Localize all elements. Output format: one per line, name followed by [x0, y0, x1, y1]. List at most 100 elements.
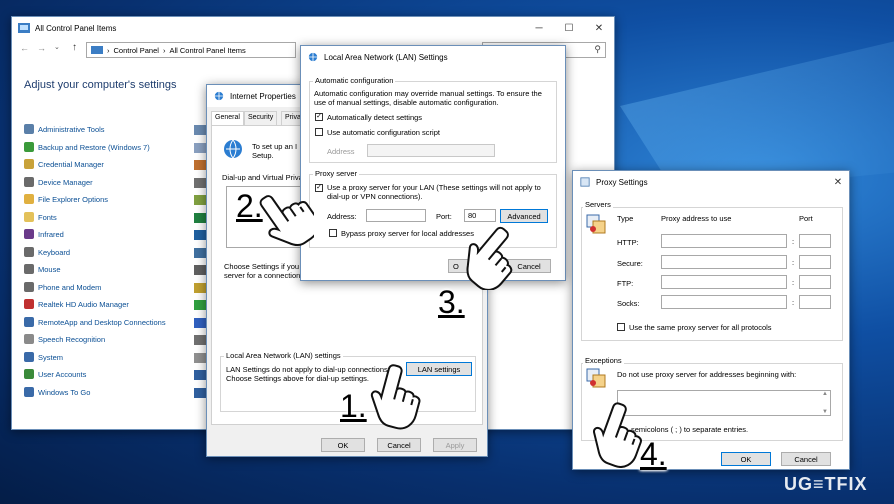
secure-address-field[interactable] [661, 255, 787, 269]
cp-item[interactable]: Mouse [24, 264, 61, 274]
ip-title: Internet Properties [230, 91, 296, 101]
tab-security[interactable]: Security [244, 111, 278, 125]
breadcrumb-item-control-panel[interactable]: Control Panel [114, 46, 159, 55]
cp-item[interactable]: Infrared [24, 229, 64, 239]
ftp-port-field[interactable] [799, 275, 831, 289]
lan-title: Local Area Network (LAN) Settings [324, 52, 448, 62]
cp-item[interactable]: Device Manager [24, 177, 93, 187]
port-field[interactable]: 80 [464, 209, 496, 222]
socks-address-field[interactable] [661, 295, 787, 309]
cancel-button[interactable]: Cancel [377, 438, 421, 452]
system-icon [24, 352, 34, 362]
script-address-label: Address [327, 147, 355, 156]
cp-item[interactable]: Administrative Tools [24, 124, 105, 134]
choose-text-1: Choose Settings if you [224, 262, 300, 271]
col-port: Port [799, 214, 813, 223]
auto-detect-checkbox[interactable]: ✓ [315, 113, 323, 121]
cp-item-icon[interactable] [194, 160, 206, 170]
forward-icon[interactable]: → [37, 43, 46, 53]
port-value: 80 [468, 211, 477, 220]
back-icon[interactable]: ← [20, 43, 29, 53]
breadcrumb[interactable]: › Control Panel › All Control Panel Item… [86, 42, 296, 58]
cp-item-icon[interactable] [194, 265, 206, 275]
cp-item-icon[interactable] [194, 177, 206, 188]
choose-text-2: server for a connection [224, 271, 301, 280]
cp-item[interactable]: System [24, 352, 63, 362]
cp-window-controls: ─ ☐ ✕ [524, 23, 614, 34]
breadcrumb-item-all-items[interactable]: All Control Panel Items [169, 46, 245, 55]
lan-settings-dialog: Local Area Network (LAN) Settings Automa… [300, 45, 566, 281]
up-icon[interactable]: ↑ [72, 42, 77, 53]
ps-cancel-button[interactable]: Cancel [781, 452, 831, 466]
minimize-icon[interactable]: ─ [524, 23, 554, 34]
cp-item[interactable]: User Accounts [24, 369, 86, 379]
port-sep: : [792, 278, 795, 287]
chevron-down-icon[interactable]: ⌄ [54, 43, 60, 51]
servers-group [581, 207, 843, 341]
watermark-logo: UG≡TFIX [784, 474, 868, 494]
advanced-button[interactable]: Advanced [500, 209, 548, 223]
cp-item[interactable]: Speech Recognition [24, 334, 105, 344]
close-icon[interactable]: ✕ [827, 177, 849, 188]
cp-item[interactable]: Backup and Restore (Windows 7) [24, 142, 150, 152]
maximize-icon[interactable]: ☐ [554, 23, 584, 34]
http-address-field[interactable] [661, 234, 787, 248]
scroll-up-icon[interactable]: ▲ [822, 391, 828, 397]
phone-icon [24, 282, 34, 292]
script-address-field[interactable] [367, 144, 495, 157]
cp-item-icon[interactable] [194, 125, 206, 135]
close-icon[interactable]: ✕ [584, 23, 614, 34]
cp-item-icon[interactable] [194, 370, 206, 380]
port-sep: : [792, 258, 795, 267]
cp-item-icon[interactable] [194, 335, 206, 345]
cp-item[interactable]: RemoteApp and Desktop Connections [24, 317, 166, 327]
cp-item-icon[interactable] [194, 282, 206, 293]
auto-config-text-2: use of manual settings, disable automati… [314, 98, 499, 107]
use-proxy-label-1: Use a proxy server for your LAN (These s… [327, 183, 541, 192]
ftp-address-field[interactable] [661, 275, 787, 289]
col-address: Proxy address to use [661, 214, 732, 223]
cp-item[interactable]: Credential Manager [24, 159, 104, 169]
cp-item-icon[interactable] [194, 195, 206, 205]
socks-port-field[interactable] [799, 295, 831, 309]
bypass-checkbox[interactable] [329, 229, 337, 237]
port-sep: : [792, 298, 795, 307]
credential-icon [24, 159, 34, 169]
same-proxy-checkbox[interactable] [617, 323, 625, 331]
cp-item[interactable]: Fonts [24, 212, 57, 222]
pointing-hand-icon [593, 402, 642, 468]
cp-item[interactable]: Phone and Modem [24, 282, 101, 292]
globe-icon [224, 139, 242, 159]
auto-script-checkbox[interactable] [315, 128, 323, 136]
cp-item-icon[interactable] [194, 212, 206, 223]
scroll-down-icon[interactable]: ▼ [822, 409, 828, 415]
cp-item-icon[interactable] [194, 352, 206, 363]
cp-item[interactable]: Realtek HD Audio Manager [24, 299, 129, 309]
apply-button[interactable]: Apply [433, 438, 477, 452]
cp-item-icon[interactable] [194, 142, 206, 153]
cp-item-icon[interactable] [194, 317, 206, 328]
auto-script-label: Use automatic configuration script [327, 128, 440, 137]
exceptions-field[interactable]: ▲ ▼ [617, 390, 831, 416]
cp-item-icon[interactable] [194, 247, 206, 258]
proxy-address-field[interactable] [366, 209, 426, 222]
remoteapp-icon [24, 317, 34, 327]
cp-item[interactable]: Windows To Go [24, 387, 90, 397]
internet-options-icon [214, 91, 224, 101]
use-proxy-checkbox[interactable]: ✓ [315, 184, 323, 192]
lan-text-2: Choose Settings above for dial-up settin… [226, 374, 370, 383]
ok-button[interactable]: OK [321, 438, 365, 452]
pointing-hand-icon [370, 364, 421, 430]
use-proxy-label-2: dial-up or VPN connections). [327, 192, 423, 201]
secure-port-field[interactable] [799, 255, 831, 269]
ps-ok-button[interactable]: OK [721, 452, 771, 466]
cp-item[interactable]: File Explorer Options [24, 194, 108, 204]
cp-item-icon[interactable] [194, 300, 206, 310]
cp-item[interactable]: Keyboard [24, 247, 70, 257]
tab-general[interactable]: General [211, 111, 244, 125]
http-port-field[interactable] [799, 234, 831, 248]
cp-item-icon[interactable] [194, 387, 206, 398]
cp-item-icon[interactable] [194, 230, 206, 240]
page-title: Adjust your computer's settings [24, 79, 177, 91]
exceptions-icon [586, 368, 606, 388]
